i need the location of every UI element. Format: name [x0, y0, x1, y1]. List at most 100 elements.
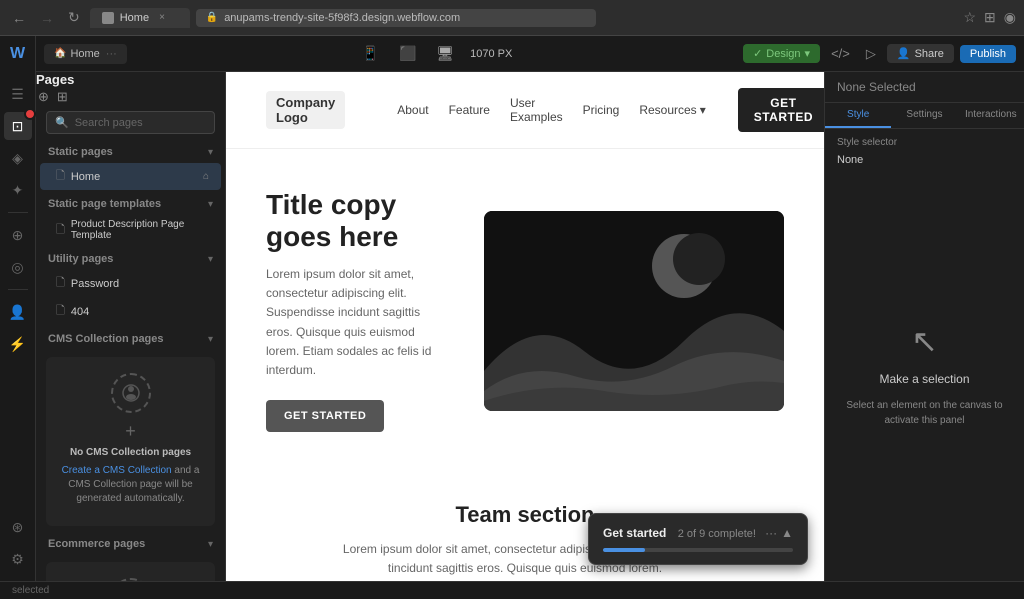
none-selected-label: None Selected	[837, 80, 916, 94]
right-panel-tabs: Style Settings Interactions	[825, 103, 1024, 129]
nav-link-feature[interactable]: Feature	[449, 96, 490, 124]
pages-panel-actions: ⊕ ⊞	[36, 87, 225, 107]
ecommerce-pages-header[interactable]: Ecommerce pages ▾	[36, 534, 225, 554]
play-button[interactable]: ▷	[861, 44, 881, 64]
browser-tab-label: Home	[120, 12, 149, 24]
tab-interactions[interactable]: Interactions	[958, 103, 1024, 128]
static-templates-label: Static page templates	[48, 198, 161, 210]
toast-collapse-button[interactable]: ▲	[781, 526, 793, 540]
sidebar-item-settings[interactable]: ⚙	[4, 545, 32, 573]
extensions-button[interactable]: ⊞	[984, 9, 996, 26]
page-item-password[interactable]: 🗋 Password	[40, 270, 221, 297]
utility-pages-section: Utility pages ▾ 🗋 Password 🗋 404	[36, 249, 225, 325]
wf-tabs-area: 🏠 Home ···	[36, 44, 135, 64]
get-started-toast[interactable]: Get started 2 of 9 complete! ··· ▲	[588, 513, 808, 565]
wf-center-controls: 📱 ⬛ 🖥 1070 PX	[358, 43, 513, 64]
sidebar-item-apps[interactable]: ⊛	[4, 513, 32, 541]
site-hero-button[interactable]: GET STARTED	[266, 400, 384, 432]
search-input[interactable]	[75, 117, 206, 129]
publish-button[interactable]: Publish	[960, 45, 1016, 63]
ecommerce-pages-section: Ecommerce pages ▾ $ + No Ecommerce pages…	[36, 534, 225, 581]
sidebar-item-logic[interactable]: ⚡	[4, 330, 32, 358]
site-nav: Company Logo About Feature User Examples…	[226, 72, 824, 149]
ecommerce-pages-label: Ecommerce pages	[48, 538, 145, 550]
wf-right-controls: ✓ Design ▾ </> ▷ 👤 Share Publish	[735, 44, 1024, 64]
pages-add-button[interactable]: ⊕	[36, 87, 51, 107]
site-nav-links: About Feature User Examples Pricing Reso…	[397, 96, 705, 124]
nav-forward-button[interactable]: →	[36, 8, 58, 28]
tab-style[interactable]: Style	[825, 103, 891, 128]
pages-folder-button[interactable]: ⊞	[55, 87, 70, 107]
nav-link-resources[interactable]: Resources ▾	[639, 96, 705, 124]
design-label: Design	[766, 48, 800, 60]
site-cta-button[interactable]: GET STARTED	[738, 88, 824, 132]
sidebar-item-cms[interactable]: ⊕	[4, 221, 32, 249]
lock-icon: 🔒	[206, 12, 218, 23]
site-hero-image	[484, 211, 784, 411]
page-item-home[interactable]: 🗋 Home ⌂	[40, 163, 221, 190]
tab-settings[interactable]: Settings	[891, 103, 957, 128]
browser-tab[interactable]: Home ×	[90, 8, 190, 28]
utility-pages-header[interactable]: Utility pages ▾	[36, 249, 225, 269]
sidebar-item-components[interactable]: ◈	[4, 144, 32, 172]
nav-link-user-examples[interactable]: User Examples	[510, 96, 563, 124]
toast-actions: ··· ▲	[765, 526, 793, 540]
cms-collection-link[interactable]: Create a CMS Collection	[62, 465, 172, 476]
cms-empty-plus: +	[58, 421, 203, 442]
static-pages-section: Static pages ▾ 🗋 Home ⌂	[36, 142, 225, 190]
wf-topbar: W 🏠 Home ··· 📱 ⬛ 🖥 1070 PX ✓ Design ▾ </…	[0, 36, 1024, 72]
make-selection-title: Make a selection	[879, 372, 969, 386]
sidebar-item-ecommerce[interactable]: ◎	[4, 253, 32, 281]
design-check-icon: ✓	[753, 47, 762, 60]
sidebar-item-assets[interactable]: ✦	[4, 176, 32, 204]
style-selector-label: Style selector	[825, 129, 1024, 152]
search-icon: 🔍	[55, 116, 69, 129]
sidebar-item-navigator[interactable]: ☰	[4, 80, 32, 108]
sidebar-item-users[interactable]: 👤	[4, 298, 32, 326]
url-text: anupams-trendy-site-5f98f3.design.webflo…	[224, 12, 460, 24]
viewport-mobile-button[interactable]: 📱	[358, 43, 383, 64]
toast-progress-bar	[603, 548, 793, 552]
toast-more-button[interactable]: ···	[765, 526, 777, 540]
sidebar-item-pages[interactable]: ⊡	[4, 112, 32, 140]
nav-link-pricing[interactable]: Pricing	[583, 96, 620, 124]
design-mode-button[interactable]: ✓ Design ▾	[743, 44, 820, 63]
static-pages-header[interactable]: Static pages ▾	[36, 142, 225, 162]
code-view-button[interactable]: </>	[826, 44, 855, 63]
wf-home-tab[interactable]: 🏠 Home ···	[44, 44, 127, 64]
star-button[interactable]: ☆	[963, 9, 976, 26]
icon-sidebar: ☰ ⊡ ◈ ✦ ⊕ ◎ 👤 ⚡ ⊛ ⚙	[0, 72, 36, 581]
cms-empty-desc: Create a CMS Collection and a CMS Collec…	[58, 464, 203, 506]
page-item-product-template[interactable]: 🗋 Product Description Page Template	[40, 215, 221, 245]
home-tab-menu: ···	[106, 48, 117, 60]
no-ecommerce-pages-box: $ + No Ecommerce pages Enable Ecommerce …	[46, 562, 215, 581]
pages-icon: ⊡	[12, 118, 24, 135]
cms-pages-header[interactable]: CMS Collection pages ▾	[36, 329, 225, 349]
utility-pages-toggle-icon: ▾	[208, 254, 213, 265]
cms-empty-icon	[111, 373, 151, 413]
viewport-desktop-button[interactable]: 🖥	[432, 43, 458, 64]
password-page-label: Password	[71, 278, 209, 290]
resources-dropdown-icon: ▾	[700, 103, 706, 117]
pages-search-bar[interactable]: 🔍	[46, 111, 215, 134]
page-item-404[interactable]: 🗋 404	[40, 298, 221, 325]
static-pages-label: Static pages	[48, 146, 113, 158]
canvas-area[interactable]: Company Logo About Feature User Examples…	[226, 72, 824, 581]
right-panel-empty: ↖ Make a selection Select an element on …	[825, 168, 1024, 581]
right-panel-header: None Selected	[825, 72, 1024, 103]
toast-title-group: Get started 2 of 9 complete!	[603, 526, 756, 540]
browser-url-bar[interactable]: 🔒 anupams-trendy-site-5f98f3.design.webf…	[196, 9, 596, 27]
viewport-tablet-button[interactable]: ⬛	[395, 43, 420, 64]
nav-link-about[interactable]: About	[397, 96, 428, 124]
profile-button[interactable]: ◉	[1004, 9, 1016, 26]
static-templates-header[interactable]: Static page templates ▾	[36, 194, 225, 214]
wf-logo[interactable]: W	[0, 36, 36, 72]
page-icon: 🗋	[56, 302, 65, 321]
browser-chrome: ← → ↻ Home × 🔒 anupams-trendy-site-5f98f…	[0, 0, 1024, 36]
pages-panel-header: Pages ⊕ ⊞	[36, 72, 225, 107]
status-bar: selected	[0, 581, 1024, 599]
share-button[interactable]: 👤 Share	[887, 44, 954, 63]
cms-empty-title: No CMS Collection pages	[58, 446, 203, 460]
nav-back-button[interactable]: ←	[8, 8, 30, 28]
nav-refresh-button[interactable]: ↻	[64, 7, 84, 28]
